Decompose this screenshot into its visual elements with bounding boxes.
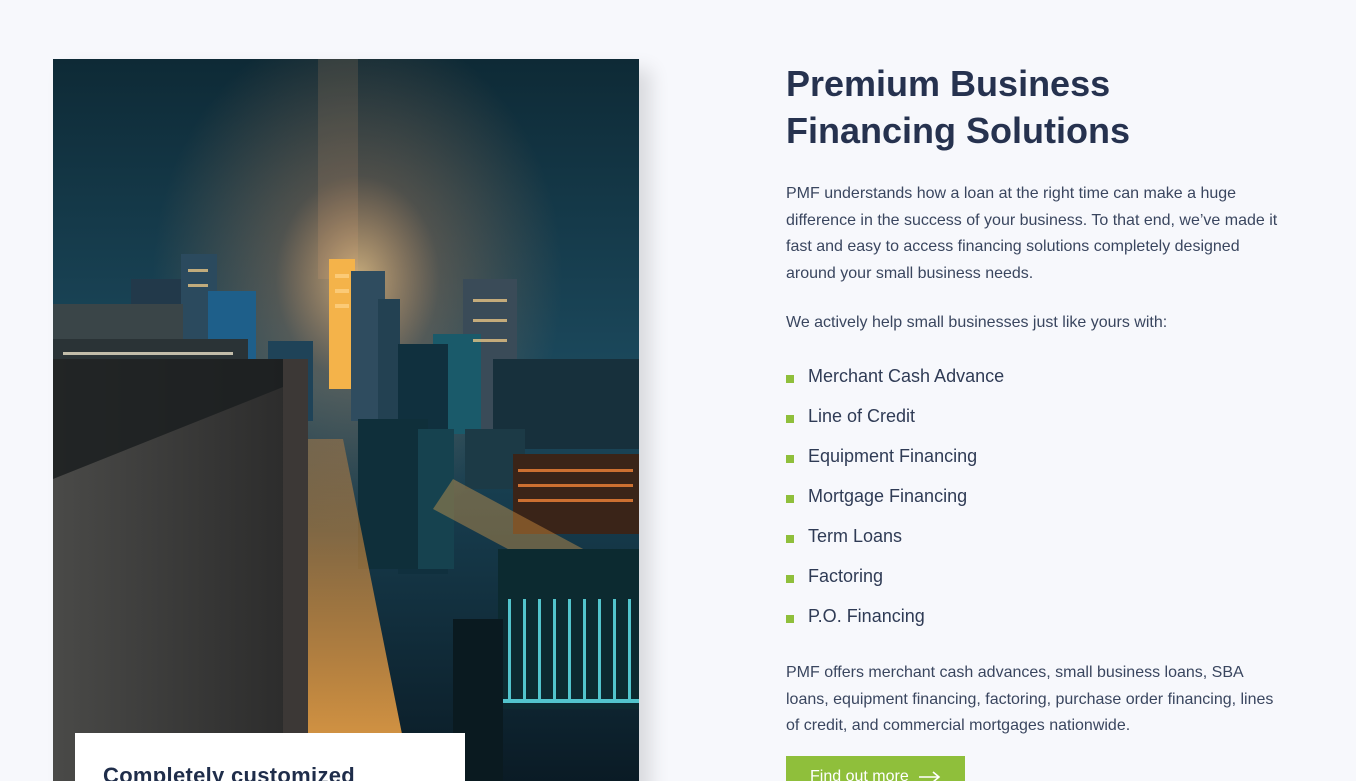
square-bullet-icon	[786, 614, 794, 623]
list-item: Factoring	[786, 565, 1286, 605]
square-bullet-icon	[786, 494, 794, 503]
arrow-right-icon	[918, 771, 941, 781]
service-label: P.O. Financing	[808, 605, 925, 626]
service-label: Term Loans	[808, 525, 903, 546]
list-item: Term Loans	[786, 525, 1286, 565]
services-list: Merchant Cash Advance Line of Credit Equ…	[786, 365, 1286, 645]
cta-content: Find out more	[810, 768, 941, 781]
outro-paragraph: PMF offers merchant cash advances, small…	[786, 663, 1274, 735]
caption-card: Completely customized	[75, 733, 465, 781]
list-item: Line of Credit	[786, 405, 1286, 445]
title-line-2: Financing Solutions	[786, 110, 1130, 151]
hero-image	[53, 59, 639, 781]
find-out-more-button[interactable]: Find out more	[786, 756, 965, 781]
service-label: Equipment Financing	[808, 445, 978, 466]
list-item: P.O. Financing	[786, 605, 1286, 645]
list-item: Mortgage Financing	[786, 485, 1286, 525]
square-bullet-icon	[786, 374, 794, 383]
service-label: Merchant Cash Advance	[808, 365, 1005, 386]
square-bullet-icon	[786, 534, 794, 543]
square-bullet-icon	[786, 414, 794, 423]
page: Completely customized Premium Business F…	[0, 0, 1356, 781]
list-item: Equipment Financing	[786, 445, 1286, 485]
cta-label: Find out more	[810, 768, 909, 781]
square-bullet-icon	[786, 574, 794, 583]
caption-title: Completely customized	[103, 763, 356, 781]
square-bullet-icon	[786, 454, 794, 463]
page-title: Premium Business Financing Solutions	[786, 60, 1286, 154]
intro-paragraph: PMF understands how a loan at the right …	[786, 185, 1278, 283]
service-label: Factoring	[808, 565, 884, 586]
title-line-1: Premium Business	[786, 63, 1111, 104]
service-label: Line of Credit	[808, 405, 916, 426]
service-label: Mortgage Financing	[808, 485, 968, 506]
content-section: Premium Business Financing Solutions PMF…	[786, 60, 1286, 740]
list-item: Merchant Cash Advance	[786, 365, 1286, 405]
lead-in-text: We actively help small businesses just l…	[786, 313, 1168, 331]
